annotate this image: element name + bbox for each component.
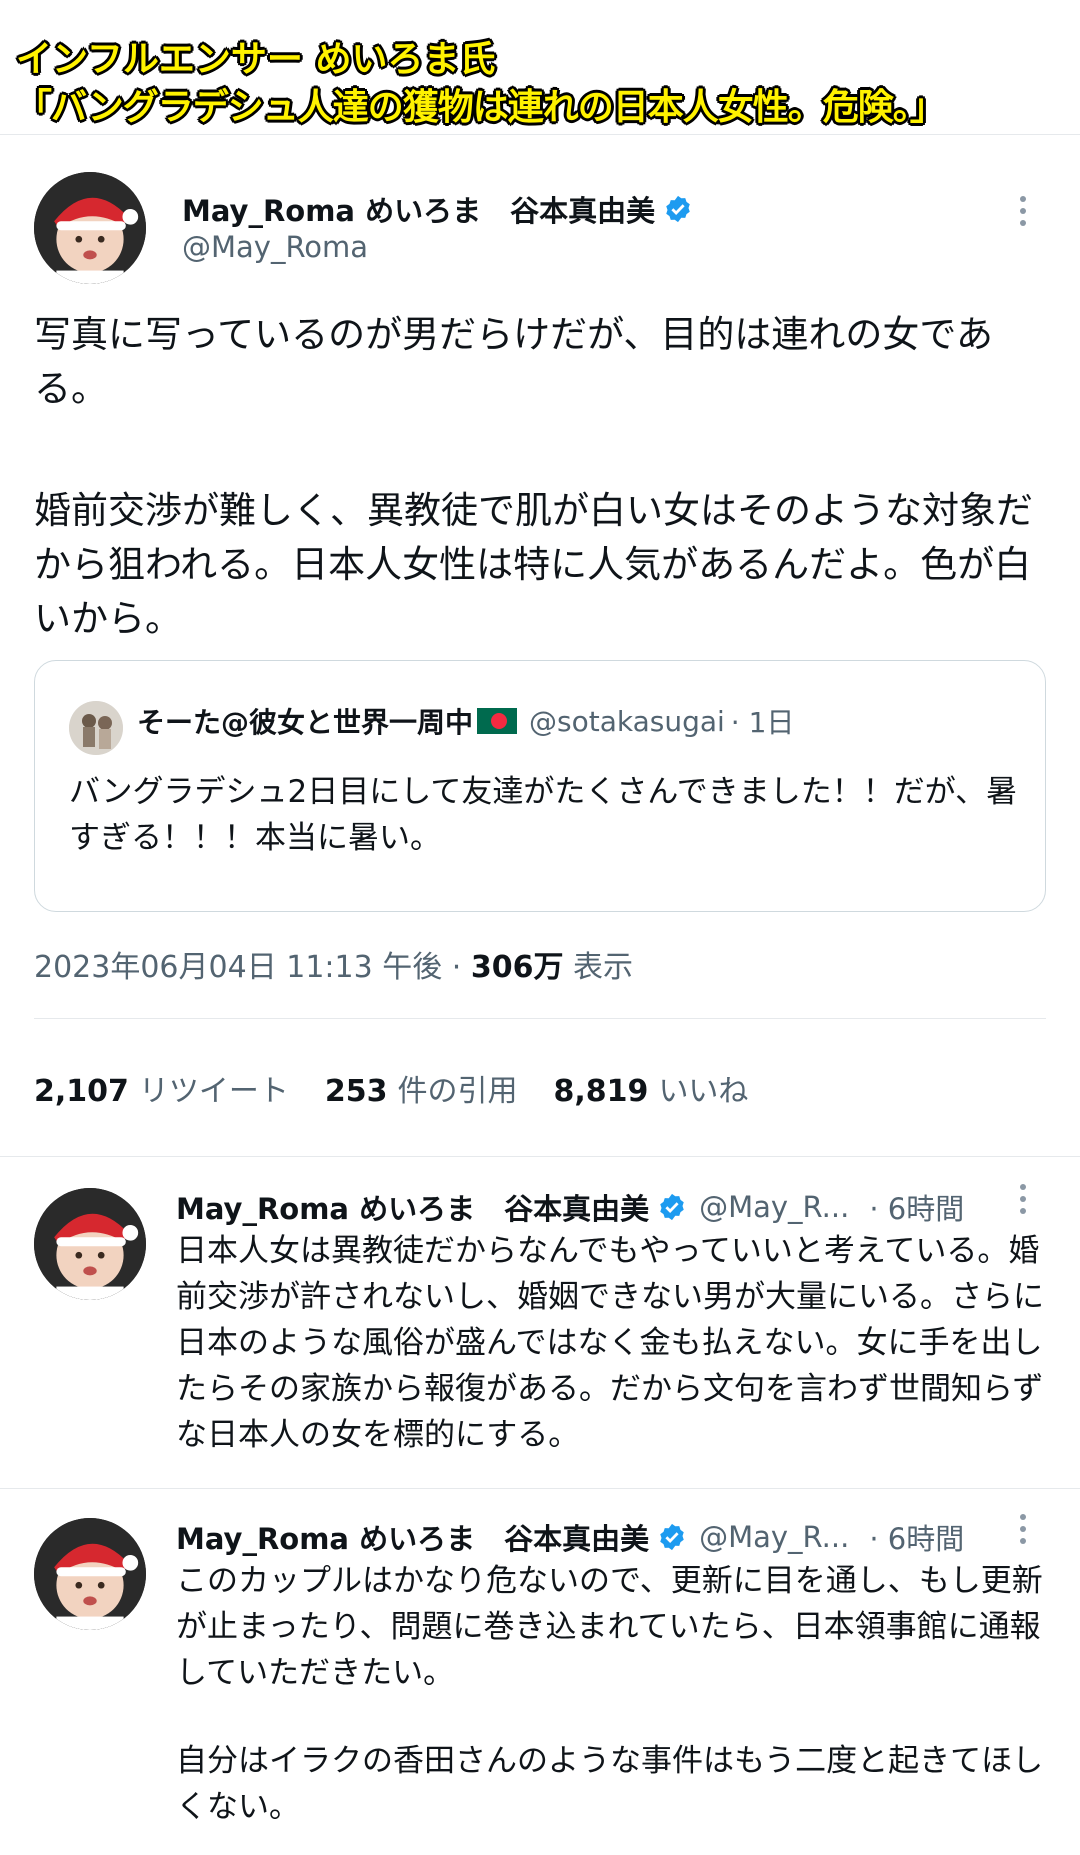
quotes-stat[interactable]: 253 件の引用: [325, 1066, 518, 1110]
quotes-count: 253: [324, 1074, 388, 1109]
quotes-label: 件の引用: [397, 1074, 518, 1109]
tweet-timestamp-row: 2023年06月04日 11:13 午後 · 306万 表示: [34, 942, 633, 986]
reply-2-text-1: このカップルはかなり危ないので、更新に目を通し、もし更新が止まったり、問題に巻き…: [176, 1563, 1043, 1691]
reply-1-header: May_Roma めいろま 谷本真由美 @May_R... · 6時間: [176, 1186, 964, 1228]
caption-banner: インフルエンサー めいろま氏 「バングラデシュ人達の獲物は連れの日本人女性。危険…: [0, 0, 1080, 132]
reply-2-time[interactable]: · 6時間: [869, 1516, 964, 1558]
avatar-image: [34, 1518, 146, 1630]
banner-divider: [0, 134, 1080, 135]
quote-author-name[interactable]: そーた@彼女と世界一周中: [137, 701, 473, 741]
more-options-icon[interactable]: [1018, 196, 1028, 234]
reply-1-time[interactable]: · 6時間: [869, 1186, 964, 1228]
tweet-paragraph-1: 写真に写っているのが男だらけだが、目的は連れの女である。: [34, 313, 994, 410]
retweets-label: リツイート: [138, 1074, 289, 1109]
more-options-icon[interactable]: [1018, 1184, 1028, 1222]
author-handle[interactable]: @May_Roma: [182, 230, 368, 264]
tweet-paragraph-2: 婚前交渉が難しく、異教徒で肌が白い女はそのような対象だから狙われる。日本人女性は…: [34, 489, 1033, 640]
author-name-row[interactable]: May_Roma めいろま 谷本真由美: [182, 188, 693, 230]
timestamp-divider: [34, 1018, 1046, 1019]
reply-2-handle[interactable]: @May_R...: [699, 1520, 849, 1554]
engagement-stats: 2,107 リツイート 253 件の引用 8,819 いいね: [34, 1066, 784, 1110]
reply-1-text: 日本人女は異教徒だからなんでもやっていいと考えている。婚前交渉が許されないし、婚…: [176, 1233, 1044, 1453]
retweets-stat[interactable]: 2,107 リツイート: [34, 1066, 289, 1110]
quote-avatar: [69, 701, 123, 755]
quoted-tweet-card[interactable]: そーた@彼女と世界一周中 @sotakasugai · 1日 バングラデシュ2日…: [34, 660, 1046, 912]
reply-1-handle[interactable]: @May_R...: [699, 1190, 849, 1224]
avatar[interactable]: [34, 1188, 146, 1300]
reply-2-text-2: 自分はイラクの香田さんのような事件はもう二度と起きてほしくない。: [176, 1743, 1044, 1825]
quote-author-handle[interactable]: @sotakasugai: [529, 705, 725, 738]
likes-stat[interactable]: 8,819 いいね: [554, 1066, 749, 1110]
likes-label: いいね: [658, 1074, 749, 1109]
views-label: 表示: [563, 950, 634, 985]
avatar-image: [34, 172, 146, 284]
tweet-timestamp[interactable]: 2023年06月04日 11:13 午後 ·: [34, 950, 471, 985]
reply-2-display-name[interactable]: May_Roma めいろま 谷本真由美: [176, 1516, 649, 1558]
likes-count: 8,819: [553, 1074, 649, 1109]
banner-quote: 「バングラデシュ人達の獲物は連れの日本人女性。危険。」: [16, 87, 946, 128]
retweets-count: 2,107: [34, 1074, 129, 1109]
quote-header: そーた@彼女と世界一周中 @sotakasugai · 1日: [137, 701, 794, 741]
views-count: 306万: [470, 950, 564, 985]
verified-badge-icon: [660, 1193, 684, 1221]
author-display-name[interactable]: May_Roma めいろま 谷本真由美: [182, 188, 655, 230]
avatar[interactable]: [34, 172, 146, 284]
avatar-image: [34, 1188, 146, 1300]
reply-2-header: May_Roma めいろま 谷本真由美 @May_R... · 6時間: [176, 1516, 964, 1558]
quote-text: バングラデシュ2日目にして友達がたくさんできました！！だが、暑すぎる！！！本当に…: [69, 774, 1018, 856]
verified-badge-icon: [666, 195, 690, 223]
reply-1-display-name[interactable]: May_Roma めいろま 谷本真由美: [176, 1186, 649, 1228]
avatar[interactable]: [34, 1518, 146, 1630]
more-options-icon[interactable]: [1018, 1514, 1028, 1552]
stats-divider: [0, 1156, 1080, 1157]
bangladesh-flag-icon: [477, 708, 518, 734]
quote-avatar-image: [69, 701, 123, 755]
quote-time: · 1日: [730, 706, 795, 739]
verified-badge-icon: [660, 1523, 684, 1551]
banner-title: インフルエンサー めいろま氏: [16, 39, 496, 80]
reply-divider: [0, 1488, 1080, 1489]
